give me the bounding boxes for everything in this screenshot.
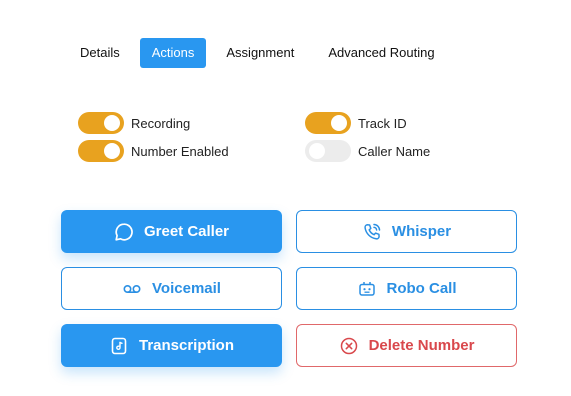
number-enabled-toggle[interactable] bbox=[78, 140, 124, 162]
greet-caller-label: Greet Caller bbox=[143, 223, 230, 240]
caller-name-toggle-row: Caller Name bbox=[305, 140, 430, 162]
document-icon bbox=[109, 336, 129, 356]
tab-actions[interactable]: Actions bbox=[139, 38, 207, 68]
track-id-label: Track ID bbox=[358, 115, 407, 131]
phone-call-icon bbox=[362, 222, 382, 242]
whisper-button[interactable]: Whisper bbox=[296, 210, 517, 253]
track-id-toggle-row: Track ID bbox=[305, 112, 407, 134]
toggle-knob bbox=[104, 115, 120, 131]
robot-icon bbox=[357, 279, 377, 299]
voicemail-label: Voicemail bbox=[152, 280, 221, 297]
toggle-knob bbox=[104, 143, 120, 159]
greet-caller-button[interactable]: Greet Caller bbox=[61, 210, 282, 253]
voicemail-icon bbox=[122, 279, 142, 299]
whisper-label: Whisper bbox=[391, 223, 452, 240]
delete-number-label: Delete Number bbox=[368, 337, 475, 354]
recording-toggle-row: Recording bbox=[78, 112, 190, 134]
number-enabled-label: Number Enabled bbox=[131, 143, 229, 159]
tab-advanced-routing[interactable]: Advanced Routing bbox=[316, 38, 446, 68]
tab-assignment[interactable]: Assignment bbox=[214, 38, 306, 68]
transcription-button[interactable]: Transcription bbox=[61, 324, 282, 367]
robo-call-button[interactable]: Robo Call bbox=[296, 267, 517, 310]
track-id-toggle[interactable] bbox=[305, 112, 351, 134]
toggle-knob bbox=[309, 143, 325, 159]
tab-details[interactable]: Details bbox=[68, 38, 132, 68]
close-circle-icon bbox=[339, 336, 359, 356]
robo-call-label: Robo Call bbox=[386, 280, 457, 297]
speech-bubble-icon bbox=[114, 222, 134, 242]
tab-bar: Details Actions Assignment Advanced Rout… bbox=[68, 38, 447, 68]
toggle-knob bbox=[331, 115, 347, 131]
caller-name-label: Caller Name bbox=[358, 143, 431, 159]
recording-toggle[interactable] bbox=[78, 112, 124, 134]
caller-name-toggle[interactable] bbox=[305, 140, 351, 162]
recording-label: Recording bbox=[131, 115, 191, 131]
delete-number-button[interactable]: Delete Number bbox=[296, 324, 517, 367]
number-enabled-toggle-row: Number Enabled bbox=[78, 140, 229, 162]
transcription-label: Transcription bbox=[138, 337, 235, 354]
voicemail-button[interactable]: Voicemail bbox=[61, 267, 282, 310]
